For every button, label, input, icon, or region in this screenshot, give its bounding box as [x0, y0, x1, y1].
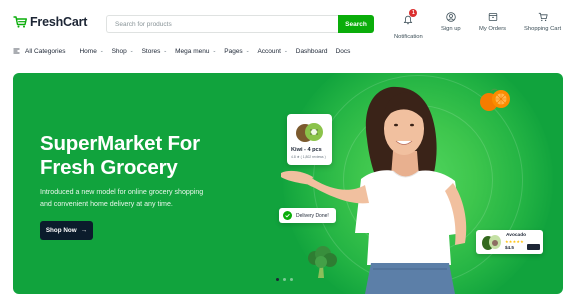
slider-dot[interactable]: [290, 278, 293, 281]
chevron-down-icon: ⌄: [212, 48, 217, 53]
nav-label: Pages: [224, 47, 243, 55]
cart-icon: [538, 12, 548, 22]
notification-button[interactable]: 1 Notification: [394, 9, 423, 40]
kiwi-image: [296, 123, 323, 142]
oranges-illustration: [480, 88, 510, 111]
add-to-cart-button[interactable]: [527, 244, 540, 250]
kiwi-product-card[interactable]: Kiwi - 4 pcs 4.8 ★ ( 1,802 reviews ): [287, 114, 332, 165]
site-header: FreshCart Search 1 Notification Sign up …: [0, 0, 574, 42]
nav-label: Home: [79, 47, 97, 55]
shop-now-button[interactable]: Shop Now →: [40, 221, 93, 240]
shop-now-label: Shop Now: [45, 227, 77, 234]
nav-label: Shop: [111, 47, 127, 55]
nav-item-pages[interactable]: Pages ⌄: [224, 48, 249, 55]
hero-subtitle-line: and convenient home delivery at any time…: [40, 200, 173, 208]
notification-icon-wrap: 1: [403, 9, 418, 30]
kiwi-card-title: Kiwi - 4 pcs: [291, 147, 322, 153]
nav-label: Stores: [141, 47, 161, 55]
nav-item-account[interactable]: Account ⌄: [257, 48, 287, 55]
my-orders-label: My Orders: [479, 26, 507, 32]
nav-label: Dashboard: [295, 47, 328, 55]
shopping-cart-button[interactable]: Shopping Cart: [524, 12, 561, 32]
sign-up-label: Sign up: [441, 26, 461, 32]
kiwi-card-rating: 4.8 ★ ( 1,802 reviews ): [291, 155, 326, 159]
menu-lines-icon: [13, 48, 20, 54]
arrow-right-icon: →: [80, 227, 88, 234]
nav-label: Account: [257, 47, 281, 55]
delivery-done-badge: Delivery Done!: [279, 208, 336, 223]
nav-item-home[interactable]: Home ⌄: [79, 48, 103, 55]
chevron-down-icon: ⌄: [163, 48, 168, 53]
slider-dot[interactable]: [283, 278, 286, 281]
nav-label: Mega menu: [175, 47, 210, 55]
rating-stars-icon: ★★★★★: [505, 239, 524, 244]
nav-item-mega-menu[interactable]: Mega menu ⌄: [175, 48, 216, 55]
chevron-down-icon: ⌄: [99, 48, 104, 53]
nav-item-shop[interactable]: Shop ⌄: [112, 48, 134, 55]
search-button[interactable]: Search: [338, 15, 374, 33]
shopping-cart-label: Shopping Cart: [524, 26, 562, 32]
my-orders-button[interactable]: My Orders: [479, 12, 506, 32]
search-input[interactable]: [106, 15, 338, 33]
main-nav: All Categories Home ⌄ Shop ⌄ Stores ⌄ Mega …: [13, 45, 358, 57]
search-bar: Search: [106, 15, 374, 33]
hero-banner: SuperMarket For Fresh Grocery Introduced…: [13, 73, 563, 294]
check-circle-icon: [283, 211, 292, 220]
sign-up-button[interactable]: Sign up: [441, 12, 461, 32]
avocado-card-price: $4.5: [505, 245, 514, 250]
hero-title: SuperMarket For Fresh Grocery: [40, 132, 260, 180]
nav-item-stores[interactable]: Stores ⌄: [142, 48, 168, 55]
slider-dots: [276, 278, 297, 281]
nav-label: Docs: [335, 47, 351, 55]
avocado-card-title: Avocado: [506, 233, 527, 238]
chevron-down-icon: ⌄: [283, 48, 288, 53]
avocado-image: [482, 235, 501, 250]
chevron-down-icon: ⌄: [129, 48, 134, 53]
brand-name: FreshCart: [30, 15, 88, 29]
nav-item-dashboard[interactable]: Dashboard: [296, 48, 328, 55]
chevron-down-icon: ⌄: [245, 48, 250, 53]
hero-title-line: Fresh Grocery: [40, 156, 178, 179]
broccoli-illustration: [308, 246, 337, 278]
nav-item-docs[interactable]: Docs: [336, 48, 351, 55]
user-icon: [446, 12, 456, 22]
all-categories-button[interactable]: All Categories: [13, 48, 65, 55]
hero-subtitle-line: Introduced a new model for online grocer…: [40, 188, 204, 196]
avocado-product-card[interactable]: Avocado ★★★★★ $4.5: [476, 230, 543, 254]
hero-subtitle: Introduced a new model for online grocer…: [40, 186, 250, 210]
slider-dot[interactable]: [276, 278, 279, 281]
delivery-done-label: Delivery Done!: [296, 212, 329, 219]
cart-logo-icon: [13, 16, 27, 28]
orders-box-icon: [488, 13, 497, 21]
notification-badge: 1: [409, 9, 418, 17]
hero-title-line: SuperMarket For: [40, 132, 200, 155]
all-categories-label: All Categories: [25, 47, 66, 55]
notification-label: Notification: [394, 34, 423, 40]
logo[interactable]: FreshCart: [13, 15, 87, 29]
